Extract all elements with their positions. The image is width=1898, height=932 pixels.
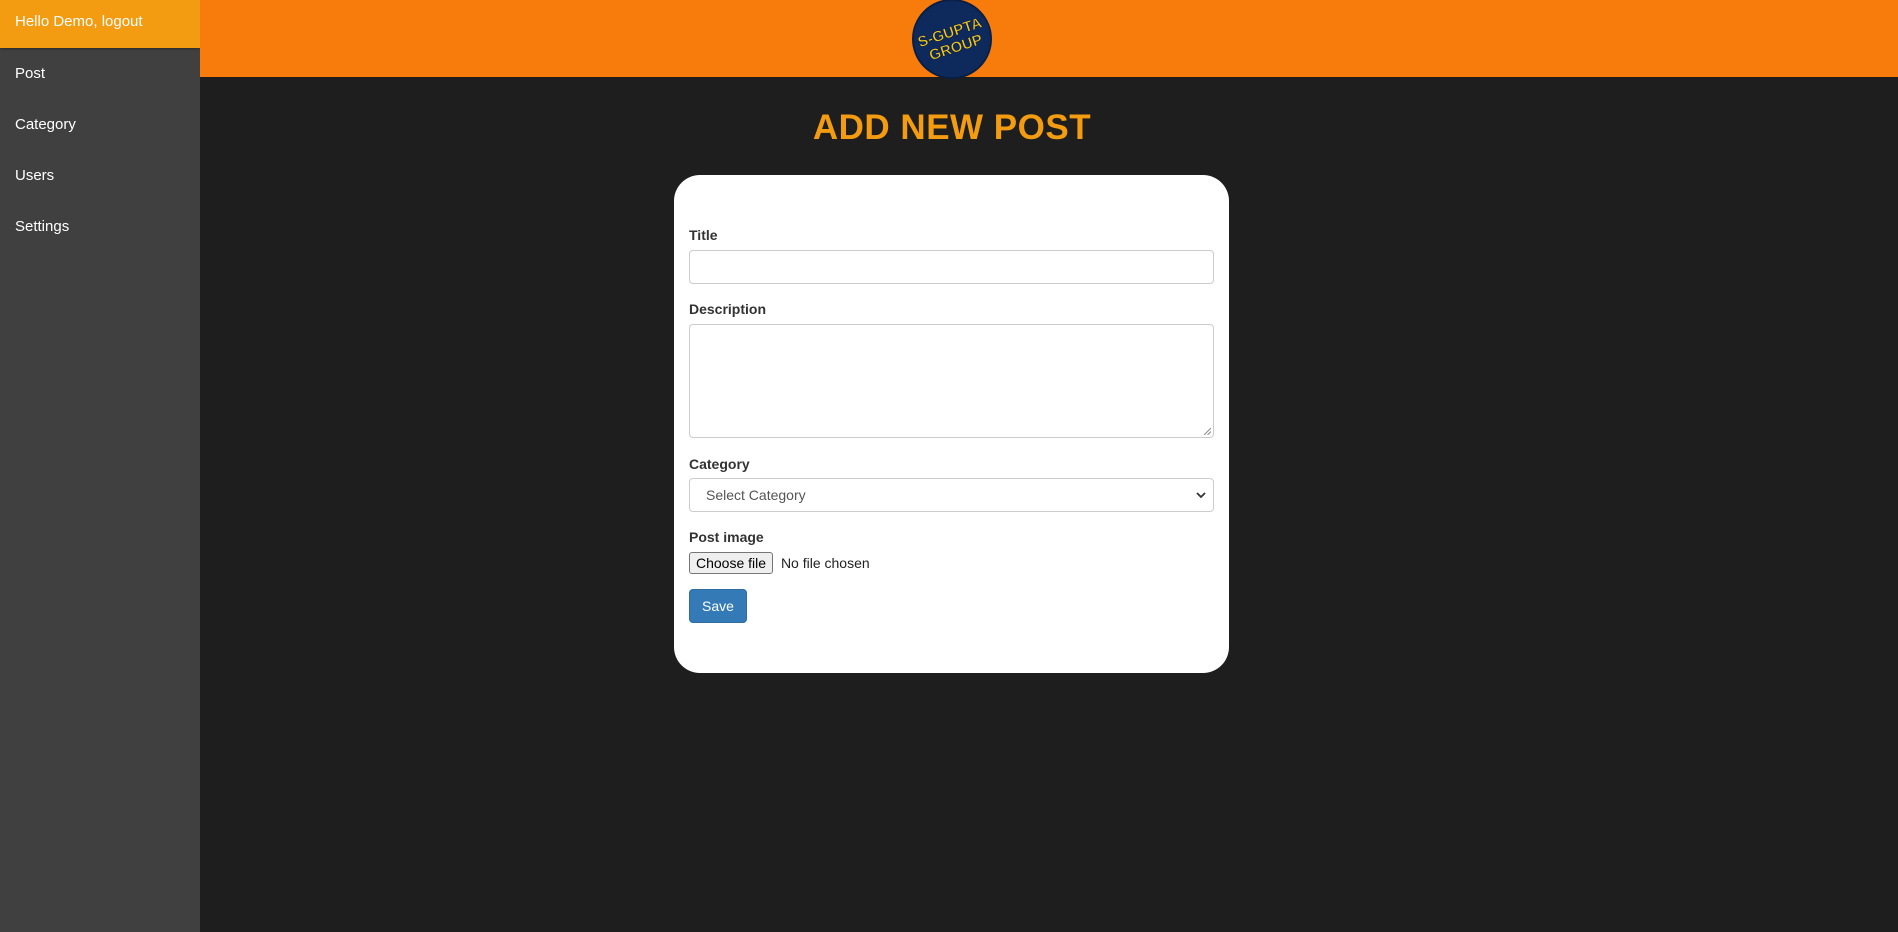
- choose-file-button[interactable]: Choose file: [689, 552, 774, 574]
- sidebar-item-settings[interactable]: Settings: [0, 201, 200, 252]
- post-image-label: Post image: [689, 529, 764, 545]
- sidebar: Hello Demo, logout Post Category Users S…: [0, 0, 200, 932]
- description-label: Description: [689, 301, 767, 317]
- post-image-file-input: Choose file No file chosen: [689, 552, 870, 574]
- category-selected-value: Select Category: [706, 487, 806, 503]
- title-input[interactable]: [689, 250, 1214, 284]
- header-bar: [200, 0, 1898, 77]
- page-title: ADD NEW POST: [812, 108, 1092, 147]
- category-label: Category: [689, 456, 750, 472]
- description-textarea[interactable]: [689, 324, 1214, 438]
- brand-logo-icon[interactable]: S-GUPTA GROUP: [912, 0, 992, 79]
- sidebar-item-category[interactable]: Category: [0, 99, 200, 150]
- resize-grip-icon[interactable]: [1203, 427, 1211, 435]
- add-post-form: Title Description Category Select Catego…: [674, 175, 1229, 673]
- category-select[interactable]: Select Category: [689, 478, 1214, 512]
- logout-link[interactable]: Hello Demo, logout: [0, 0, 200, 48]
- chevron-down-icon: [1196, 492, 1206, 499]
- file-status-text: No file chosen: [780, 555, 870, 571]
- sidebar-item-users[interactable]: Users: [0, 150, 200, 201]
- sidebar-item-post[interactable]: Post: [0, 48, 200, 99]
- title-label: Title: [689, 227, 718, 243]
- save-button[interactable]: Save: [689, 589, 747, 623]
